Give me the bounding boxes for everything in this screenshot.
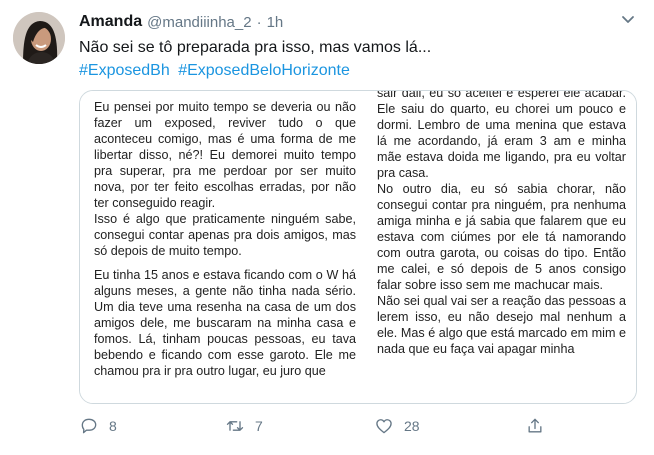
handle[interactable]: @mandiiinha_2: [147, 14, 251, 31]
document-page-left: Eu pensei por muito tempo se deveria ou …: [80, 91, 361, 403]
timestamp[interactable]: 1h: [267, 14, 284, 31]
tweet-text: Não sei se tô preparada pra isso, mas va…: [79, 39, 432, 56]
chevron-down-icon[interactable]: [620, 14, 636, 26]
document-paragraph: sair dali, eu só aceitei e esperei ele a…: [377, 91, 626, 180]
heart-icon: [376, 419, 392, 434]
retweet-button[interactable]: 7: [225, 416, 263, 436]
reply-button[interactable]: 8: [79, 416, 117, 436]
document-paragraph: Não sei qual vai ser a reação das pessoa…: [377, 294, 626, 356]
attached-image[interactable]: Eu pensei por muito tempo se deveria ou …: [79, 90, 637, 404]
document-paragraph: Eu tinha 15 anos e estava ficando com o …: [94, 268, 356, 378]
document-paragraph: Eu pensei por muito tempo se deveria ou …: [94, 100, 356, 210]
hashtags: #ExposedBh #ExposedBeloHorizonte: [79, 60, 354, 82]
share-icon: [528, 418, 542, 433]
like-button[interactable]: 28: [374, 416, 420, 436]
like-count: 28: [404, 418, 420, 434]
tweet-actions: 8 7 28: [79, 416, 559, 438]
display-name[interactable]: Amanda: [79, 13, 142, 31]
share-button[interactable]: [525, 416, 545, 436]
reply-count: 8: [109, 418, 117, 434]
hashtag-link[interactable]: #ExposedBh: [79, 62, 170, 79]
avatar-image: [13, 12, 65, 64]
reply-icon: [81, 418, 97, 434]
document-page-right: sair dali, eu só aceitei e esperei ele a…: [361, 91, 636, 403]
tweet-header: Amanda @mandiiinha_2 · 1h: [79, 12, 283, 32]
document-paragraph: Isso é algo que praticamente ninguém sab…: [94, 212, 356, 258]
separator: ·: [256, 13, 262, 31]
avatar[interactable]: [13, 12, 65, 64]
hashtag-link[interactable]: #ExposedBeloHorizonte: [178, 62, 350, 79]
retweet-icon: [226, 421, 244, 431]
tweet-card[interactable]: Amanda @mandiiinha_2 · 1h Não sei se tô …: [0, 0, 654, 455]
document-paragraph: No outro dia, eu só sabia chorar, não co…: [377, 182, 626, 292]
retweet-count: 7: [255, 418, 263, 434]
